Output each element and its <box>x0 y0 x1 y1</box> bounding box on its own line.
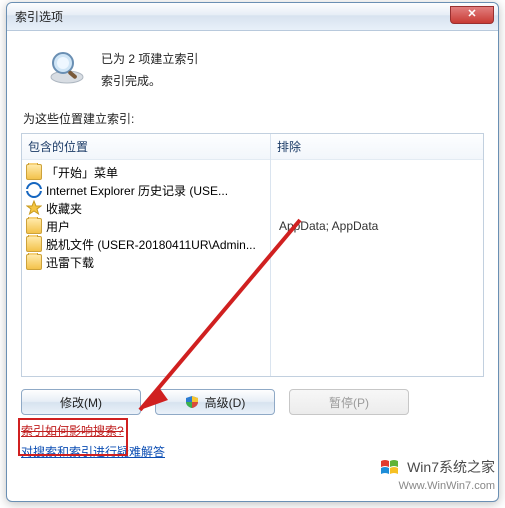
folder-icon <box>26 254 42 270</box>
titlebar: 索引选项 ✕ <box>7 3 498 31</box>
close-button[interactable]: ✕ <box>450 6 494 24</box>
ie-icon <box>26 182 42 198</box>
col-excluded-header[interactable]: 排除 <box>271 134 483 160</box>
watermark-url: Www.WinWin7.com <box>379 479 495 494</box>
magnifier-icon <box>47 47 87 87</box>
modify-button[interactable]: 修改(M) <box>21 389 141 415</box>
shield-icon <box>185 395 199 409</box>
locations-panel: 包含的位置 「开始」菜单 Internet Explorer 历史记录 (USE… <box>21 133 484 377</box>
link-how-index-affects-search[interactable]: 索引如何影响搜索? <box>21 421 484 441</box>
folder-icon <box>26 164 42 180</box>
list-item[interactable]: 脱机文件 (USER-20180411UR\Admin... <box>26 235 266 253</box>
window-title: 索引选项 <box>15 8 63 25</box>
folder-icon <box>26 236 42 252</box>
list-item[interactable]: 迅雷下载 <box>26 253 266 271</box>
exclude-value: AppData; AppData <box>275 217 479 235</box>
status-row: 已为 2 项建立索引 索引完成。 <box>47 47 484 92</box>
locations-list: 「开始」菜单 Internet Explorer 历史记录 (USE... 收藏… <box>22 160 270 274</box>
pause-button: 暂停(P) <box>289 389 409 415</box>
col-included-header[interactable]: 包含的位置 <box>22 134 270 160</box>
folder-icon <box>26 218 42 234</box>
watermark-brand: Win7系统之家 <box>407 458 495 478</box>
list-item[interactable]: 收藏夹 <box>26 199 266 217</box>
indexing-options-window: 索引选项 ✕ 已为 2 项建立索引 索引完成。 为这些位置建立索引: <box>6 2 499 502</box>
close-icon: ✕ <box>467 9 476 20</box>
watermark: Win7系统之家 Www.WinWin7.com <box>379 457 495 494</box>
favorites-icon <box>26 200 42 216</box>
status-count: 已为 2 项建立索引 <box>101 49 198 71</box>
list-item[interactable]: 「开始」菜单 <box>26 163 266 181</box>
list-item[interactable]: Internet Explorer 历史记录 (USE... <box>26 181 266 199</box>
advanced-button[interactable]: 高级(D) <box>155 389 275 415</box>
windows-flag-icon <box>379 457 401 479</box>
locations-label: 为这些位置建立索引: <box>23 110 484 127</box>
list-item[interactable]: 用户 <box>26 217 266 235</box>
button-row: 修改(M) 高级(D) 暂停(P) <box>21 389 484 415</box>
status-done: 索引完成。 <box>101 71 198 93</box>
